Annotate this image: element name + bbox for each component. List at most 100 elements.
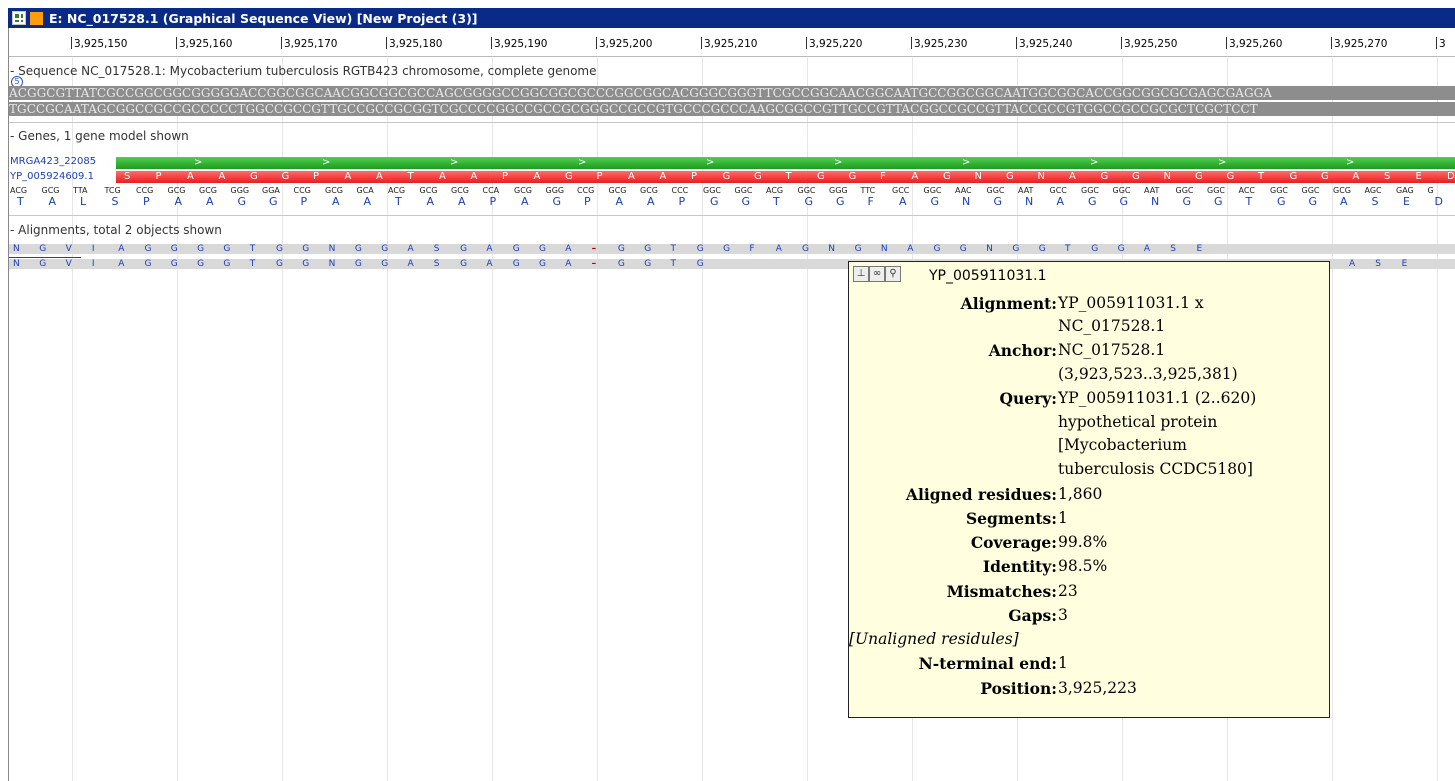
n-terminal-key: N-terminal end: bbox=[918, 654, 1057, 673]
protein-residue: N bbox=[1037, 171, 1045, 182]
codon: GGC bbox=[1270, 186, 1288, 195]
protein-residue: A bbox=[1352, 171, 1360, 182]
alignment-residue: G bbox=[276, 259, 283, 269]
protein-residue: P bbox=[502, 171, 509, 182]
translated-residue: D bbox=[1434, 195, 1443, 208]
translated-residue: G bbox=[741, 195, 751, 208]
pin-icon[interactable]: ⊥ bbox=[853, 266, 869, 282]
alignment-residue: N bbox=[828, 244, 836, 254]
codon: GGC bbox=[1081, 186, 1099, 195]
codon: GGC bbox=[1301, 186, 1320, 195]
query-key: Query: bbox=[999, 389, 1057, 408]
codon: GGC bbox=[1175, 186, 1194, 195]
alignment-residue: A bbox=[1143, 244, 1151, 254]
codon: GCG bbox=[514, 186, 532, 195]
alignment-residue: I bbox=[91, 244, 95, 254]
zoom-icon[interactable]: ⚲ bbox=[885, 266, 901, 282]
protein-residue: G bbox=[281, 171, 290, 182]
protein-residue: G bbox=[565, 171, 573, 182]
translated-residue: F bbox=[867, 195, 874, 208]
binoculars-icon[interactable]: ∞ bbox=[869, 266, 885, 282]
segments-key: Segments: bbox=[965, 509, 1057, 528]
alignment-residue: G bbox=[39, 244, 47, 254]
codon: GCC bbox=[1049, 186, 1067, 195]
protein-residue: A bbox=[376, 171, 383, 182]
codon: GCG bbox=[451, 186, 469, 195]
codon: GGC bbox=[986, 186, 1005, 195]
direction-arrow-icon: > bbox=[1090, 157, 1099, 168]
gene-feature-bar[interactable]: > > > > > > > > > > bbox=[116, 157, 1455, 169]
translated-residue: G bbox=[993, 195, 1003, 208]
protein-residue: S bbox=[124, 171, 131, 182]
translated-residue: N bbox=[1025, 195, 1034, 208]
codon: GCG bbox=[41, 186, 60, 195]
codon: GGC bbox=[923, 186, 942, 195]
gene-label[interactable]: MRGA423_22085 bbox=[10, 156, 96, 167]
alignment-residue: G bbox=[854, 244, 862, 254]
mismatches-value: 23 bbox=[1058, 582, 1078, 600]
protein-residue: T bbox=[407, 171, 414, 182]
genes-section-title[interactable]: - Genes, 1 gene model shown bbox=[10, 129, 189, 143]
alignment-residue: G bbox=[617, 244, 625, 254]
codon: GCC bbox=[892, 186, 910, 195]
sequence-section-title[interactable]: - Sequence NC_017528.1: Mycobacterium tu… bbox=[10, 64, 597, 78]
codon: ACG bbox=[388, 186, 406, 195]
codon: GCA bbox=[356, 186, 374, 195]
alignment-residue: T bbox=[249, 259, 256, 269]
alignment-row-1[interactable]: N G V I A G G G G T G G N G G A S G A G G A – G G T G G F A G N G N A G G N G G… bbox=[9, 244, 1455, 254]
alignments-section-title[interactable]: - Alignments, total 2 objects shown bbox=[10, 223, 222, 237]
protein-residue: D bbox=[1447, 171, 1455, 182]
translated-residue: P bbox=[584, 195, 591, 208]
alignment-residue: S bbox=[433, 244, 440, 254]
translated-residue: S bbox=[111, 195, 119, 208]
alignment-residue: G bbox=[197, 259, 205, 269]
alignment-residue: E bbox=[1401, 259, 1408, 269]
alignment-residue: G bbox=[1117, 244, 1125, 254]
query-value: YP_005911031.1 (2..620) bbox=[1058, 389, 1257, 407]
alignment-tooltip[interactable]: ⊥ ∞ ⚲ YP_005911031.1 Alignment: YP_00591… bbox=[848, 261, 1330, 718]
translated-residue: G bbox=[269, 195, 278, 208]
window-title-bar[interactable]: E: NC_017528.1 (Graphical Sequence View)… bbox=[8, 8, 1455, 28]
codon: GGG bbox=[230, 186, 250, 195]
alignment-residue: G bbox=[354, 244, 362, 254]
codon: GGC bbox=[1112, 186, 1131, 195]
direction-arrow-icon: > bbox=[450, 157, 459, 168]
alignment-residue: N bbox=[880, 244, 888, 254]
codon: GCG bbox=[640, 186, 658, 195]
codon: AGC bbox=[1364, 186, 1382, 195]
alignment-residue: N bbox=[13, 244, 20, 254]
unaligned-residues-label: [Unaligned residules] bbox=[849, 630, 1019, 648]
ruler-tick: 3,925,250 bbox=[1120, 37, 1178, 50]
ruler-tick: 3,925,190 bbox=[490, 37, 548, 50]
protein-residue: N bbox=[1163, 171, 1171, 182]
alignment-value-2: NC_017528.1 bbox=[1058, 317, 1166, 335]
anchor-range: (3,923,523..3,925,381) bbox=[1058, 365, 1238, 383]
cds-feature-bar[interactable]: SPAAGGPAATAAPAGPAAPGGTGGFAGNGNAGGNGGTGGA… bbox=[116, 171, 1455, 183]
codon: ACG bbox=[766, 186, 784, 195]
alignment-residue: T bbox=[1065, 244, 1071, 254]
alignment-residue: N bbox=[328, 244, 336, 254]
alignment-residue: G bbox=[1091, 244, 1099, 254]
gaps-key: Gaps: bbox=[1008, 606, 1057, 625]
alignment-residue: G bbox=[197, 244, 205, 254]
coordinate-ruler[interactable]: 3,925,150 3,925,160 3,925,170 3,925,180 … bbox=[9, 28, 1455, 57]
alignment-residue: F bbox=[749, 244, 755, 254]
alignment-residue: G bbox=[1012, 244, 1020, 254]
protein-residue: G bbox=[1132, 171, 1140, 182]
translated-residue: T bbox=[395, 195, 402, 208]
protein-residue: P bbox=[691, 171, 698, 182]
codon: GGC bbox=[703, 186, 721, 195]
alignments-title-text: Alignments, total 2 objects shown bbox=[18, 223, 222, 237]
ruler-tick: 3,925,240 bbox=[1015, 37, 1073, 50]
translated-residue: P bbox=[300, 195, 308, 208]
aligned-residues-key: Aligned residues: bbox=[905, 485, 1057, 504]
anchor-key: Anchor: bbox=[988, 341, 1057, 360]
ruler-tick: 3,925,150 bbox=[70, 37, 128, 50]
alignment-residue: G bbox=[276, 244, 283, 254]
protein-label[interactable]: YP_005924609.1 bbox=[10, 171, 94, 182]
protein-residue: G bbox=[1006, 171, 1014, 182]
protein-residue: A bbox=[344, 171, 352, 182]
position-value: 3,925,223 bbox=[1058, 679, 1137, 697]
codon: GGA bbox=[262, 186, 280, 195]
translated-residue: G bbox=[1308, 195, 1318, 208]
